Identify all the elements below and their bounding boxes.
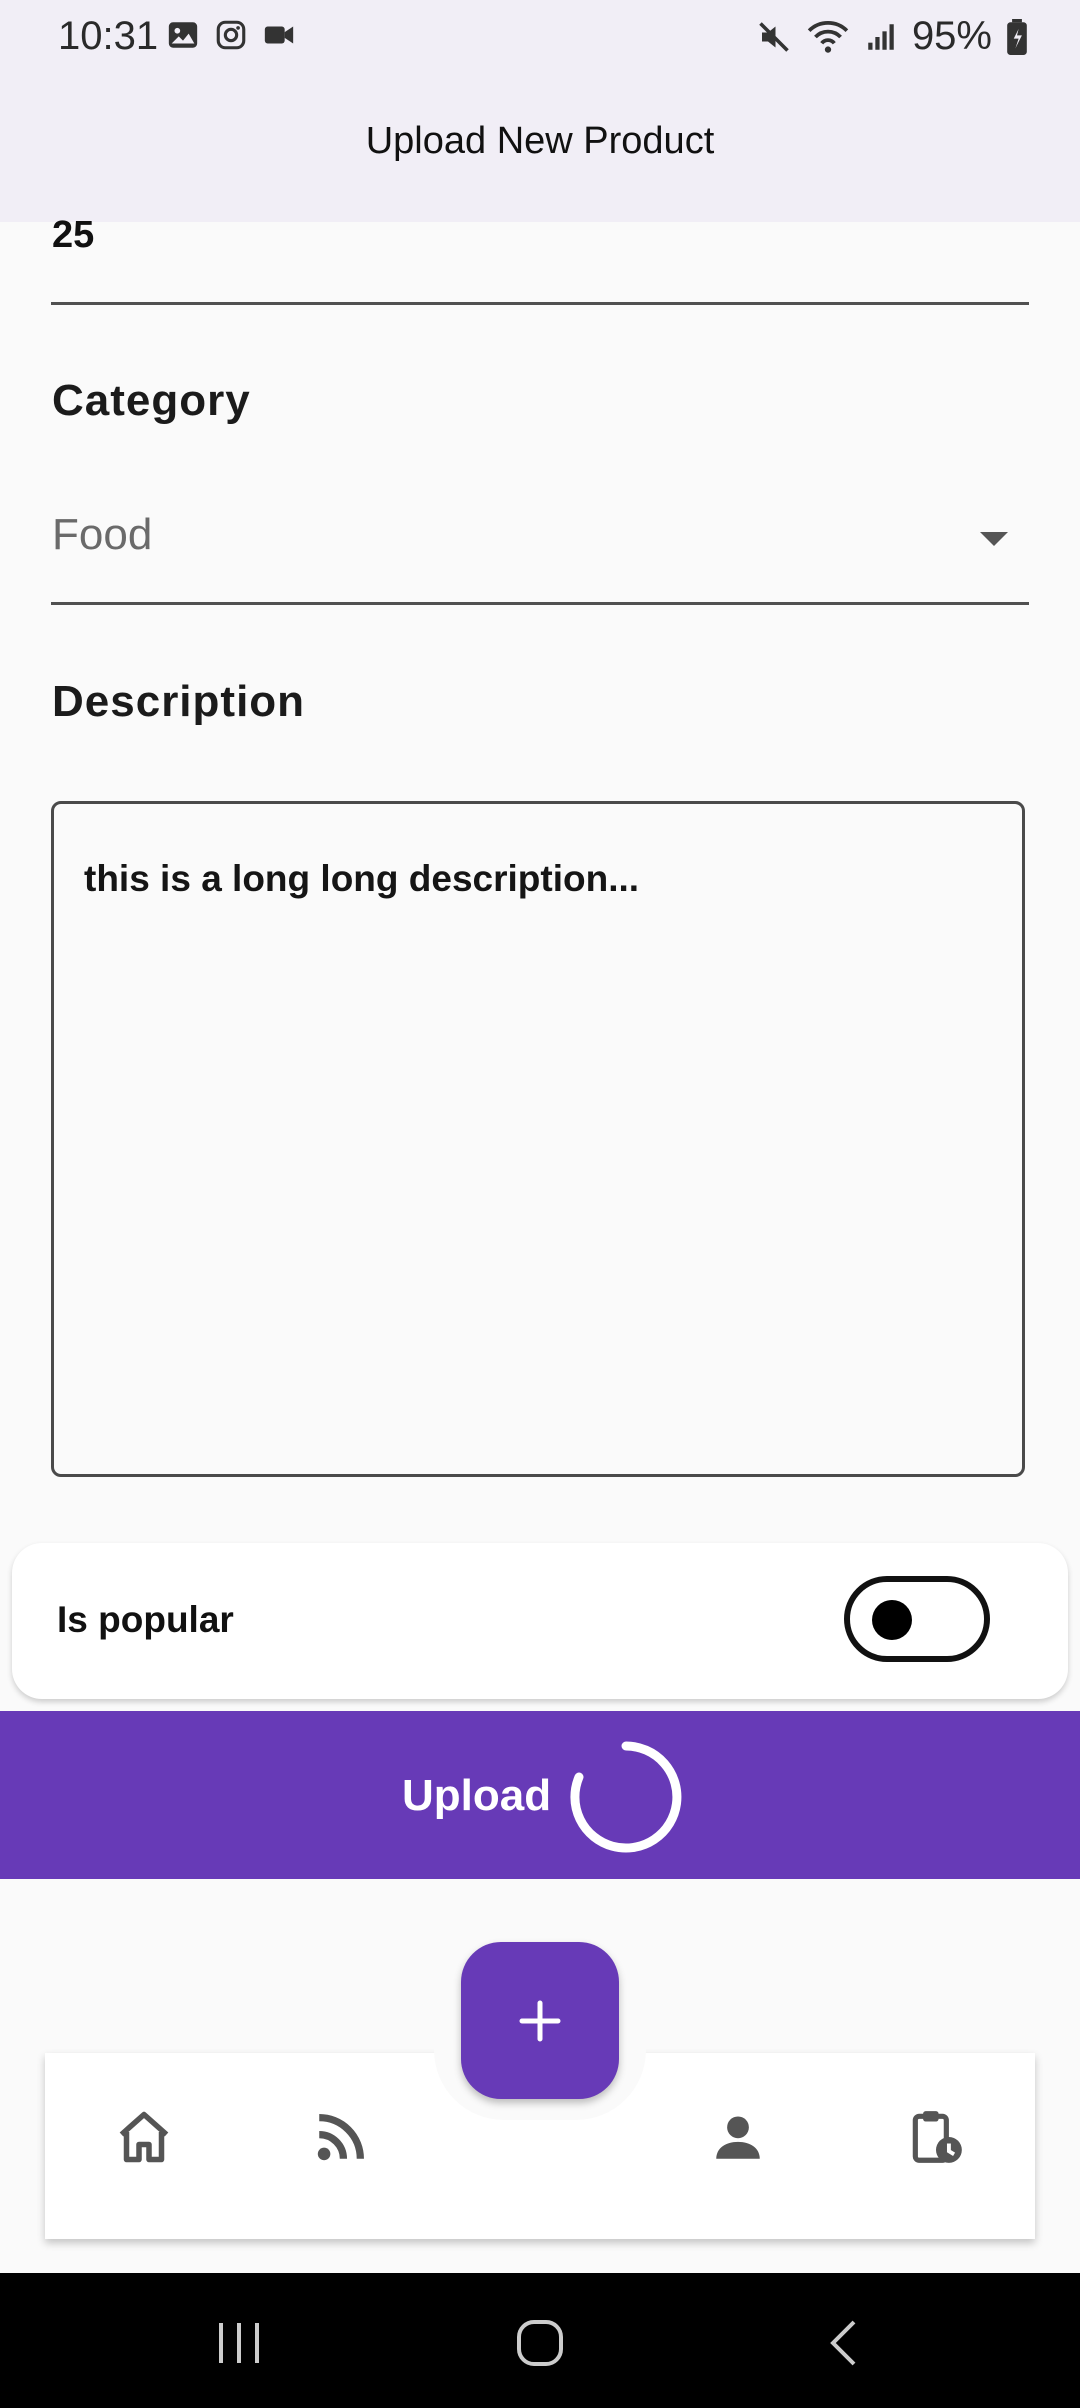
description-textarea[interactable] — [51, 801, 1025, 1477]
is-popular-label: Is popular — [57, 1599, 234, 1640]
nav-orders[interactable] — [904, 2105, 968, 2169]
category-dropdown-value[interactable]: Food — [52, 510, 152, 560]
switch-knob — [872, 1600, 912, 1640]
feed-icon — [317, 2114, 364, 2161]
category-dropdown-underline — [51, 602, 1029, 605]
price-field-value[interactable]: 25 — [52, 214, 94, 257]
gallery-icon — [168, 22, 198, 48]
add-icon — [519, 2000, 561, 2041]
recents-icon[interactable] — [215, 2321, 263, 2365]
nav-profile[interactable] — [706, 2105, 770, 2169]
system-nav-bar — [0, 2273, 1080, 2408]
price-field-underline — [51, 302, 1029, 305]
instagram-icon — [216, 20, 246, 50]
signal-icon — [868, 23, 894, 50]
status-left-icons — [166, 18, 296, 52]
loading-spinner-icon — [570, 1741, 682, 1853]
nav-feed[interactable] — [309, 2105, 373, 2169]
home-icon — [119, 2111, 169, 2163]
page-title: Upload New Product — [365, 120, 715, 162]
upload-button-label: Upload — [402, 1771, 552, 1820]
orders-history-icon — [912, 2111, 962, 2163]
description-label: Description — [52, 677, 306, 726]
dropdown-arrow-icon[interactable] — [980, 532, 1008, 546]
mute-icon — [759, 21, 789, 52]
status-time: 10:31 — [58, 14, 159, 58]
status-right: 95% — [756, 14, 1028, 59]
video-icon — [264, 26, 294, 44]
battery-percent: 95% — [911, 14, 992, 58]
back-icon[interactable] — [828, 2319, 858, 2367]
home-button-icon[interactable] — [515, 2318, 565, 2368]
wifi-icon — [807, 20, 849, 53]
add-product-fab[interactable] — [461, 1942, 619, 2099]
profile-icon — [716, 2116, 760, 2159]
is-popular-switch[interactable] — [844, 1576, 990, 1662]
category-label: Category — [52, 376, 251, 425]
battery-icon — [1007, 18, 1027, 55]
nav-home[interactable] — [112, 2105, 176, 2169]
description-text: this is a long long description... — [84, 858, 640, 899]
